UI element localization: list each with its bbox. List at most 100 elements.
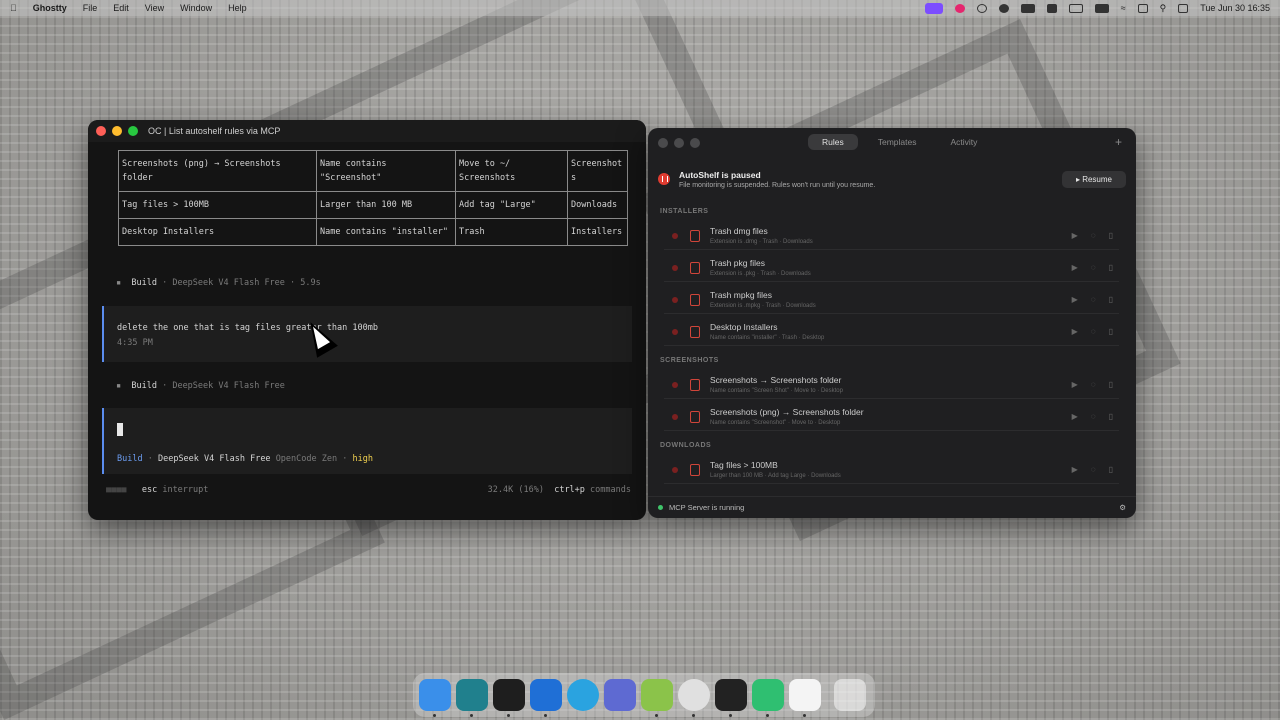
rule-title: Screenshots → Screenshots folder	[710, 375, 842, 385]
prompt-input[interactable]: Build · DeepSeek V4 Flash Free OpenCode …	[102, 408, 632, 474]
run-icon[interactable]: ▶	[1072, 263, 1078, 272]
pause-icon	[658, 173, 670, 185]
table-cell: Larger than 100 MB	[316, 191, 456, 219]
skype-icon[interactable]	[1046, 3, 1057, 13]
control-center-icon[interactable]	[1178, 3, 1189, 13]
rule-row[interactable]: Trash mpkg files Extension is .mpkg · Tra…	[664, 286, 1119, 314]
rule-row[interactable]: Desktop Installers Name contains "install…	[664, 318, 1119, 346]
section-header-downloads: DOWNLOADS	[660, 442, 712, 449]
spotlight-search-icon[interactable]: ⚲	[1160, 3, 1167, 14]
user-message[interactable]: delete the one that is tag files greater…	[102, 306, 632, 362]
menu-window[interactable]: Window	[180, 3, 212, 13]
screen-record-icon[interactable]	[924, 2, 943, 14]
rule-row[interactable]: Screenshots (png) → Screenshots folder Na…	[664, 403, 1119, 431]
linear-icon[interactable]	[604, 679, 636, 711]
toggle-icon[interactable]: ◌	[1091, 380, 1096, 389]
notification-icon[interactable]	[1137, 3, 1148, 13]
rule-row[interactable]: Screenshots → Screenshots folder Name con…	[664, 371, 1119, 399]
effort-label[interactable]: high	[352, 454, 372, 464]
apple-menu-icon[interactable]: 	[10, 3, 17, 13]
mode-label[interactable]: Build	[117, 454, 143, 464]
status-dot-icon[interactable]	[954, 3, 965, 13]
close-icon[interactable]	[658, 138, 668, 148]
battery-icon[interactable]	[1068, 3, 1083, 13]
menu-file[interactable]: File	[83, 3, 98, 13]
app-menu[interactable]: Ghostty	[33, 3, 67, 13]
toggle-icon[interactable]: ◌	[1091, 295, 1096, 304]
table-cell: Name contains "installer"	[316, 218, 456, 246]
finder-icon[interactable]	[419, 679, 451, 717]
delete-icon[interactable]: ▯	[1109, 412, 1113, 421]
toggle-icon[interactable]: ◌	[1091, 263, 1096, 272]
cloud-icon[interactable]	[1020, 3, 1035, 13]
toggle-icon[interactable]: ◌	[1091, 412, 1096, 421]
pdf-icon[interactable]	[789, 679, 821, 717]
rule-file-icon	[690, 325, 700, 338]
esc-key: esc	[141, 485, 158, 495]
close-icon[interactable]	[96, 126, 106, 136]
perplexity-icon[interactable]	[456, 679, 488, 717]
menu-edit[interactable]: Edit	[113, 3, 129, 13]
model-label[interactable]: DeepSeek V4 Flash Free	[158, 454, 271, 464]
toggle-icon[interactable]: ◌	[1091, 231, 1096, 240]
rule-row[interactable]: Tag files > 100MB Larger than 100 MB · Ad…	[664, 456, 1119, 484]
rule-subtitle: Extension is .mpkg · Trash · Downloads	[710, 303, 816, 309]
maximize-icon[interactable]	[128, 126, 138, 136]
add-rule-button[interactable]: +	[1115, 135, 1122, 149]
toggle-icon[interactable]: ◌	[1091, 465, 1096, 474]
commands-label[interactable]: commands	[590, 485, 631, 495]
rule-row[interactable]: Trash dmg files Extension is .dmg · Trash…	[664, 222, 1119, 250]
settings-icon[interactable]: ⚙	[1119, 503, 1126, 512]
tab-activity[interactable]: Activity	[936, 134, 991, 150]
server-status-icon	[658, 505, 663, 510]
wifi-icon[interactable]: ≈	[1121, 3, 1126, 13]
sound-icon[interactable]	[1094, 3, 1109, 13]
figma-icon[interactable]	[493, 679, 525, 717]
delete-icon[interactable]: ▯	[1109, 465, 1113, 474]
terminal-icon[interactable]	[715, 679, 747, 717]
menu-view[interactable]: View	[145, 3, 164, 13]
clock[interactable]: Tue Jun 30 16:35	[1200, 3, 1270, 13]
terminal-titlebar: OC | List autoshelf rules via MCP	[88, 120, 646, 142]
maximize-icon[interactable]	[690, 138, 700, 148]
chatgpt-icon[interactable]	[752, 679, 784, 717]
rule-row[interactable]: Trash pkg files Extension is .pkg · Trash…	[664, 254, 1119, 282]
run-icon[interactable]: ▶	[1072, 412, 1078, 421]
delete-icon[interactable]: ▯	[1109, 295, 1113, 304]
delete-icon[interactable]: ▯	[1109, 263, 1113, 272]
resume-button[interactable]: ▸ Resume	[1061, 170, 1126, 188]
rule-file-icon	[690, 293, 700, 306]
minimize-icon[interactable]	[674, 138, 684, 148]
section-header-installers: INSTALLERS	[660, 208, 709, 215]
safari-icon[interactable]	[678, 679, 710, 717]
delete-icon[interactable]: ▯	[1109, 380, 1113, 389]
xcode-icon[interactable]	[530, 679, 562, 717]
message-time: 4:35 PM	[117, 338, 153, 348]
notes-icon[interactable]	[641, 679, 673, 717]
toggle-icon[interactable]: ◌	[1091, 327, 1096, 336]
text-cursor	[117, 423, 123, 436]
rule-subtitle: Extension is .pkg · Trash · Downloads	[710, 271, 811, 277]
run-icon[interactable]: ▶	[1072, 380, 1078, 389]
rule-subtitle: Name contains "Screen Shot" · Move to · …	[710, 388, 843, 394]
tab-rules[interactable]: Rules	[808, 134, 858, 150]
run-icon[interactable]: ▶	[1072, 465, 1078, 474]
minimize-icon[interactable]	[112, 126, 122, 136]
table-row: Tag files > 100MB Larger than 100 MB Add…	[118, 191, 628, 219]
rule-subtitle: Larger than 100 MB · Add tag Large · Dow…	[710, 473, 841, 479]
run-icon[interactable]: ▶	[1072, 327, 1078, 336]
rule-file-icon	[690, 229, 700, 242]
delete-icon[interactable]: ▯	[1109, 327, 1113, 336]
menu-help[interactable]: Help	[228, 3, 247, 13]
shield-icon[interactable]	[976, 3, 987, 13]
terminal-window: OC | List autoshelf rules via MCP Screen…	[88, 120, 646, 520]
delete-icon[interactable]: ▯	[1109, 231, 1113, 240]
separator: ·	[342, 454, 348, 464]
run-icon[interactable]: ▶	[1072, 295, 1078, 304]
trash-icon[interactable]	[834, 679, 866, 711]
tab-templates[interactable]: Templates	[864, 134, 931, 150]
server-status-label: MCP Server is running	[669, 503, 745, 512]
run-icon[interactable]: ▶	[1072, 231, 1078, 240]
telegram-icon[interactable]	[567, 679, 599, 711]
settings-icon[interactable]	[998, 3, 1009, 13]
